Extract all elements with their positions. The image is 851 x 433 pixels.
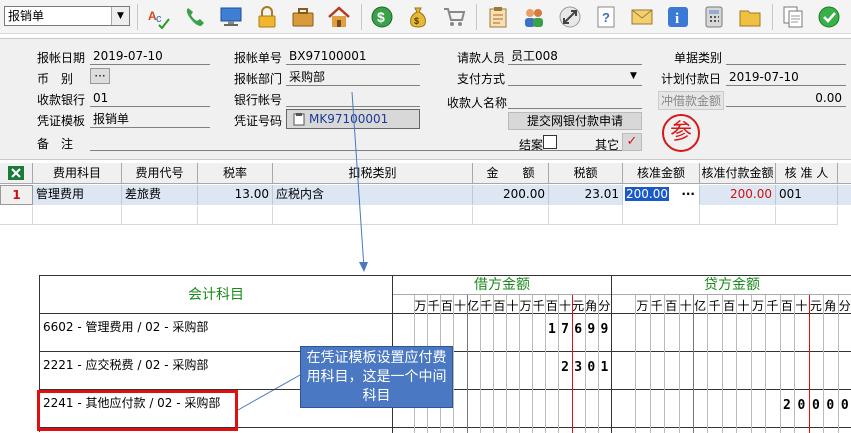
unit-label: 十	[559, 299, 572, 313]
unit-label: 百	[780, 299, 793, 313]
amount-digit: 7	[561, 322, 569, 337]
unit-column-line	[479, 295, 481, 433]
unit-column-line	[545, 295, 547, 433]
unit-label: 角	[585, 299, 598, 313]
amount-digit: 6	[574, 322, 583, 337]
unit-label: 千	[650, 299, 663, 313]
highlight-box	[37, 390, 238, 431]
amount-digit: 1	[547, 322, 556, 337]
unit-column-line	[692, 295, 694, 433]
amount-digit: 0	[797, 398, 806, 413]
amount-digit: 0	[826, 398, 835, 413]
amount-digit: 3	[574, 360, 583, 375]
unit-column-line	[466, 295, 468, 433]
unit-label: 十	[795, 299, 808, 313]
unit-label: 元	[809, 299, 822, 313]
unit-label: 十	[506, 299, 519, 313]
unit-label: 千	[766, 299, 779, 313]
subject-column-header: 会计科目	[188, 287, 244, 303]
unit-label: 万	[752, 299, 765, 313]
unit-label: 万	[414, 299, 427, 313]
unit-label: 千	[708, 299, 721, 313]
unit-column-line	[532, 295, 534, 433]
unit-label: 亿	[694, 299, 707, 313]
unit-label: 十	[453, 299, 466, 313]
unit-label: 万	[519, 299, 532, 313]
unit-label: 元	[572, 299, 585, 313]
unit-column-line	[707, 295, 709, 433]
amount-digit: 9	[587, 322, 596, 337]
debit-column-header: 借方金额	[474, 277, 530, 293]
unit-column-line	[678, 295, 680, 433]
amount-digit: 0	[587, 360, 596, 375]
unit-column-line	[721, 295, 723, 433]
amount-digit: 2	[783, 398, 791, 413]
credit-column-header: 贷方金额	[704, 277, 760, 293]
unit-column-line	[736, 295, 738, 433]
voucher-row-subject: 6602 - 管理费用 / 02 - 采购部	[43, 320, 209, 334]
unit-column-line	[649, 295, 651, 433]
unit-column-line	[453, 295, 455, 433]
unit-label: 万	[636, 299, 649, 313]
unit-column-line	[635, 295, 637, 433]
unit-label: 亿	[467, 299, 480, 313]
unit-label: 分	[838, 299, 851, 313]
unit-label: 十	[679, 299, 692, 313]
unit-label: 百	[665, 299, 678, 313]
arrow-head-icon	[359, 262, 368, 272]
amount-digit: 1	[600, 360, 609, 375]
unit-label: 百	[723, 299, 736, 313]
unit-column-line	[765, 295, 767, 433]
unit-label: 分	[598, 299, 611, 313]
amount-digit: 0	[811, 398, 820, 413]
callout-note: 在凭证模板设置应付费用科目，这是一个中间科目	[300, 346, 453, 408]
credit-unit-grid: 万千百十亿千百十万千百十元角分20000	[612, 295, 851, 433]
unit-label: 百	[545, 299, 558, 313]
unit-column-line	[519, 295, 521, 433]
unit-column-line	[492, 295, 494, 433]
unit-column-line	[664, 295, 666, 433]
amount-digit: 2	[561, 360, 569, 375]
unit-label: 千	[427, 299, 440, 313]
unit-column-line	[750, 295, 752, 433]
unit-label: 千	[480, 299, 493, 313]
connector-line	[351, 91, 365, 269]
unit-label: 百	[493, 299, 506, 313]
voucher-row-subject: 2221 - 应交税费 / 02 - 采购部	[43, 358, 209, 372]
amount-digit: 9	[600, 322, 609, 337]
amount-digit: 0	[840, 398, 849, 413]
unit-label: 角	[824, 299, 837, 313]
unit-label: 十	[737, 299, 750, 313]
unit-label: 千	[532, 299, 545, 313]
unit-column-line	[505, 295, 507, 433]
unit-label: 百	[440, 299, 453, 313]
